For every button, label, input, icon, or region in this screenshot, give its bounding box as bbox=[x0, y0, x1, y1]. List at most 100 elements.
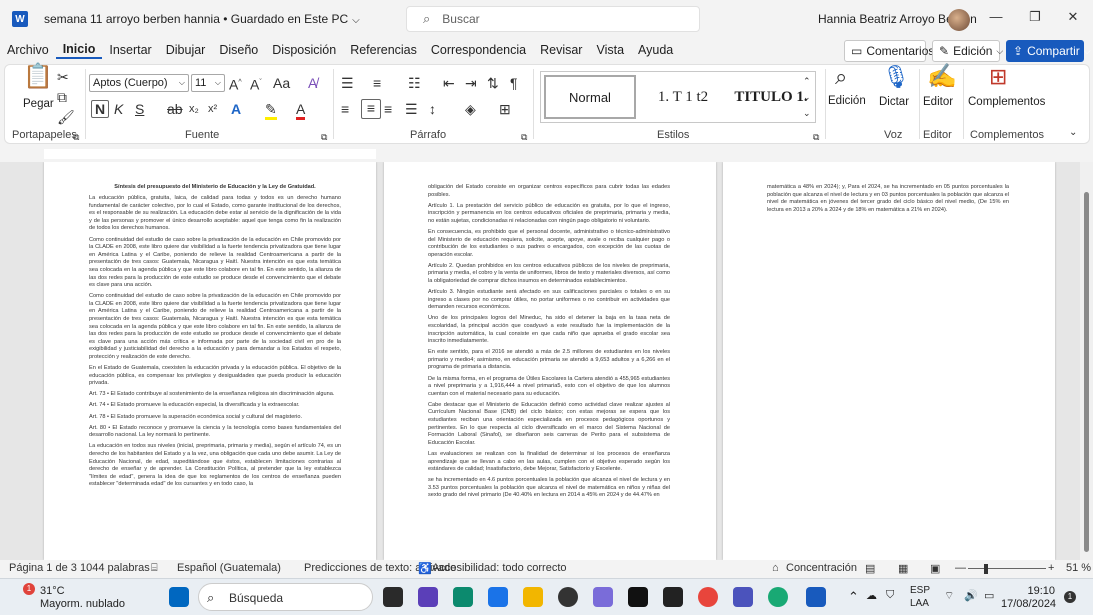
share-button[interactable]: ⇪ Compartir ⌵ bbox=[1006, 40, 1091, 62]
numbering-icon[interactable]: ≡ bbox=[373, 75, 381, 91]
paste-label[interactable]: Pegar bbox=[23, 98, 54, 110]
editing-label[interactable]: Edición bbox=[828, 95, 866, 107]
file-explorer-icon[interactable] bbox=[523, 587, 543, 607]
teams-icon[interactable] bbox=[418, 587, 438, 607]
word-count[interactable]: 1044 palabras bbox=[80, 562, 150, 574]
search-input[interactable]: ⌕ Buscar bbox=[406, 6, 700, 32]
edge-icon[interactable] bbox=[453, 587, 473, 607]
line-spacing-icon[interactable]: ↕ bbox=[429, 101, 436, 117]
tab-dibujar[interactable]: Dibujar bbox=[159, 43, 213, 57]
tab-correspondencia[interactable]: Correspondencia bbox=[424, 43, 533, 57]
read-mode-icon[interactable]: ▤ bbox=[865, 562, 875, 575]
microphone-icon[interactable]: 🎙 bbox=[882, 66, 910, 88]
app-icon[interactable] bbox=[663, 587, 683, 607]
weather-desc[interactable]: Mayorm. nublado bbox=[40, 598, 125, 610]
page-2[interactable]: obligación del Estado consiste en organi… bbox=[384, 162, 716, 560]
notifications-badge[interactable]: 1 bbox=[1064, 591, 1076, 603]
proofing-icon[interactable]: ⌸ bbox=[151, 562, 158, 575]
borders-icon[interactable]: ⊞ bbox=[499, 101, 511, 117]
find-icon[interactable]: ⌕ bbox=[835, 66, 847, 88]
chevron-up-icon[interactable]: ⌃ bbox=[803, 73, 811, 89]
copilot-icon[interactable] bbox=[593, 587, 613, 607]
weather-temp[interactable]: 31°C bbox=[40, 585, 65, 597]
dialog-launcher-icon[interactable]: ⧉ bbox=[321, 129, 327, 145]
editor-label[interactable]: Editor bbox=[923, 96, 953, 108]
strikethrough-icon[interactable]: ab bbox=[167, 101, 183, 117]
keyboard-layout[interactable]: LAA bbox=[910, 598, 929, 609]
style-normal[interactable]: Normal bbox=[544, 75, 636, 119]
language-code[interactable]: ESP bbox=[910, 585, 930, 596]
app-icon[interactable] bbox=[768, 587, 788, 607]
copy-icon[interactable]: ⧉ bbox=[57, 89, 67, 105]
bullets-icon[interactable]: ☰ bbox=[341, 75, 354, 91]
font-size-select[interactable]: 11 ⌵ bbox=[191, 74, 225, 92]
tab-disposicion[interactable]: Disposición bbox=[265, 43, 343, 57]
dialog-launcher-icon[interactable]: ⧉ bbox=[521, 129, 527, 145]
pilcrow-icon[interactable]: ¶ bbox=[510, 75, 518, 91]
onedrive-icon[interactable]: ☁ bbox=[866, 589, 877, 602]
align-center-icon[interactable]: ≡ bbox=[361, 99, 381, 119]
style-t1t2[interactable]: 1. T 1 t2 bbox=[639, 72, 727, 122]
editing-mode-button[interactable]: ✎ Edición ⌵ bbox=[932, 40, 1003, 62]
comments-button[interactable]: ▭ Comentarios bbox=[844, 40, 934, 62]
minimize-icon[interactable]: — bbox=[986, 9, 1006, 29]
paste-icon[interactable]: 📋 bbox=[23, 65, 53, 97]
volume-icon[interactable]: 🔊 bbox=[964, 589, 978, 602]
zoom-slider-thumb[interactable] bbox=[984, 564, 988, 574]
shading-icon[interactable]: ◈ bbox=[465, 101, 476, 117]
print-layout-icon[interactable]: ▦ bbox=[898, 562, 908, 575]
ruler-track[interactable] bbox=[44, 149, 376, 159]
dell-icon[interactable] bbox=[558, 587, 578, 607]
dictate-label[interactable]: Dictar bbox=[879, 96, 909, 108]
chevron-up-icon[interactable]: ⌃ bbox=[848, 589, 859, 605]
grow-font-icon[interactable]: A^ bbox=[229, 75, 242, 93]
decrease-indent-icon[interactable]: ⇤ bbox=[443, 75, 455, 91]
format-painter-icon[interactable]: 🖌 bbox=[57, 109, 75, 125]
align-left-icon[interactable]: ≡ bbox=[341, 101, 349, 117]
zoom-level[interactable]: 51 % bbox=[1066, 562, 1091, 574]
superscript-icon[interactable]: x² bbox=[208, 101, 217, 117]
close-icon[interactable]: ✕ bbox=[1063, 9, 1083, 29]
security-icon[interactable]: ⛉ bbox=[886, 589, 894, 602]
chevron-down-icon[interactable]: ⌄ bbox=[803, 89, 811, 105]
word-taskbar-icon[interactable] bbox=[806, 587, 826, 607]
font-name-select[interactable]: Aptos (Cuerpo) ⌵ bbox=[89, 74, 189, 92]
multilevel-list-icon[interactable]: ☷ bbox=[408, 75, 421, 91]
align-right-icon[interactable]: ≡ bbox=[384, 101, 392, 117]
battery-icon[interactable]: ▭ bbox=[984, 589, 994, 602]
editor-icon[interactable]: ✍ bbox=[927, 65, 957, 89]
subscript-icon[interactable]: x₂ bbox=[189, 101, 199, 117]
word-app-icon[interactable]: W bbox=[12, 11, 28, 27]
tab-inicio[interactable]: Inicio bbox=[55, 42, 103, 59]
page-count[interactable]: Página 1 de 3 bbox=[9, 562, 77, 574]
tab-insertar[interactable]: Insertar bbox=[102, 43, 158, 57]
collapse-ribbon-icon[interactable]: ⌄ bbox=[1069, 125, 1077, 141]
language[interactable]: Español (Guatemala) bbox=[177, 562, 281, 574]
change-case-icon[interactable]: Aa bbox=[273, 75, 290, 91]
shrink-font-icon[interactable]: Aˇ bbox=[250, 75, 262, 93]
style-titulo1[interactable]: TITULO 1. bbox=[727, 72, 815, 122]
maximize-icon[interactable]: ❐ bbox=[1025, 9, 1045, 29]
tab-diseno[interactable]: Diseño bbox=[212, 43, 265, 57]
tab-ayuda[interactable]: Ayuda bbox=[631, 43, 680, 57]
more-styles-icon[interactable]: ⌄ bbox=[803, 105, 811, 121]
highlight-icon[interactable]: ✎ bbox=[265, 101, 277, 120]
chrome-icon[interactable] bbox=[698, 587, 718, 607]
windows-start-icon[interactable] bbox=[169, 587, 189, 607]
dialog-launcher-icon[interactable]: ⧉ bbox=[73, 129, 79, 145]
focus-mode[interactable]: Concentración bbox=[786, 562, 857, 574]
addins-label[interactable]: Complementos bbox=[968, 96, 1045, 108]
justify-icon[interactable]: ☰ bbox=[405, 101, 418, 117]
tab-vista[interactable]: Vista bbox=[589, 43, 631, 57]
zoom-out-icon[interactable]: — bbox=[955, 562, 966, 574]
underline-icon[interactable]: S bbox=[135, 101, 144, 117]
sort-icon[interactable]: ⇅ bbox=[487, 75, 499, 91]
task-view-icon[interactable] bbox=[383, 587, 403, 607]
vertical-scrollbar[interactable] bbox=[1080, 162, 1093, 560]
increase-indent-icon[interactable]: ⇥ bbox=[465, 75, 477, 91]
zoom-slider[interactable] bbox=[968, 568, 1046, 569]
page-3[interactable]: matemática a 48% en 2024); y, Para el 20… bbox=[723, 162, 1055, 560]
text-effects-icon[interactable]: A bbox=[231, 101, 241, 117]
teams-work-icon[interactable] bbox=[733, 587, 753, 607]
web-layout-icon[interactable]: ▣ bbox=[930, 562, 940, 575]
